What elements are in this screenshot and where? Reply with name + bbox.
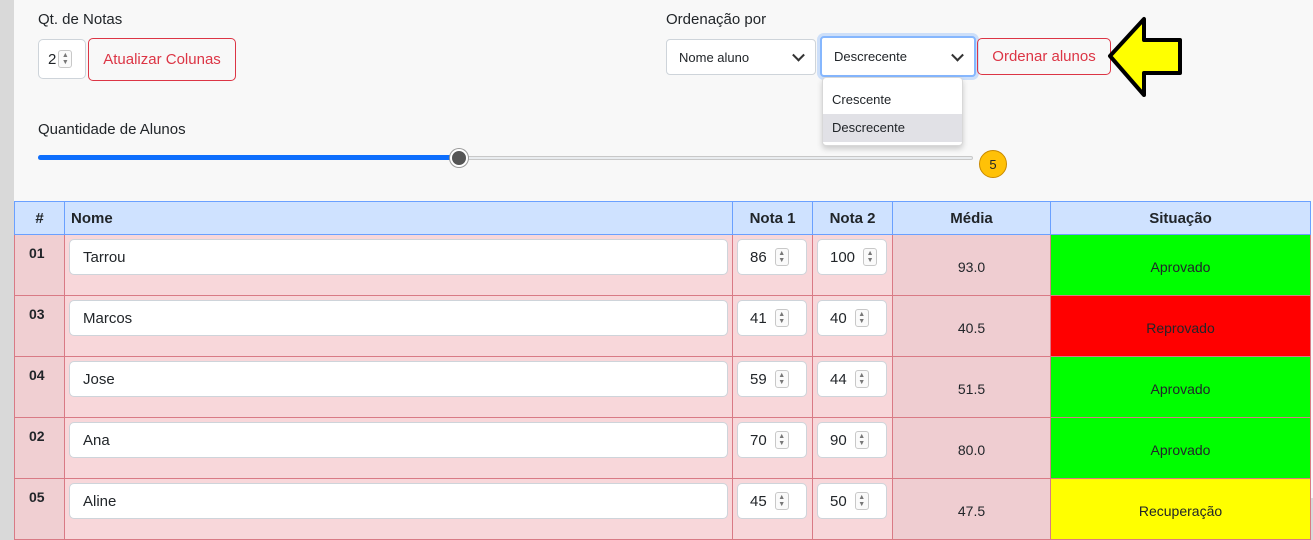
nota-1-input[interactable]: 45 ▲ ▼	[737, 483, 807, 519]
nota-1-cell: 59 ▲ ▼	[732, 356, 813, 418]
name-cell: Tarrou	[64, 234, 733, 296]
nota-2-input[interactable]: 90 ▲ ▼	[817, 422, 887, 458]
name-cell: Ana	[64, 417, 733, 479]
situacao-cell: Reprovado	[1050, 295, 1311, 357]
media-cell: 51.5	[892, 356, 1051, 418]
nota-1-cell: 70 ▲ ▼	[732, 417, 813, 479]
nota-1-cell: 86 ▲ ▼	[732, 234, 813, 296]
header-index: #	[14, 201, 65, 235]
nota-2-cell: 100 ▲ ▼	[812, 234, 893, 296]
nota-2-input[interactable]: 100 ▲ ▼	[817, 239, 887, 275]
spinner-icon[interactable]: ▲ ▼	[854, 370, 869, 388]
qt-notas-input[interactable]: 2 ▲ ▼	[38, 39, 86, 79]
students-count-badge: 5	[979, 150, 1007, 178]
direction-dropdown-menu: Crescente Descrecente	[822, 77, 963, 146]
table-row: 01 Tarrou 86 ▲ ▼ 100 ▲ ▼ 93.0 Aprovado	[14, 234, 1311, 296]
dropdown-option-descrecente[interactable]: Descrecente	[823, 114, 962, 142]
spinner-icon[interactable]: ▲ ▼	[854, 309, 869, 327]
nota-2-cell: 90 ▲ ▼	[812, 417, 893, 479]
nota-2-input[interactable]: 40 ▲ ▼	[817, 300, 887, 336]
nota-2-cell: 44 ▲ ▼	[812, 356, 893, 418]
table-row: 03 Marcos 41 ▲ ▼ 40 ▲ ▼ 40.5 Reprovado	[14, 295, 1311, 357]
spinner-icon[interactable]: ▲ ▼	[774, 492, 789, 510]
row-index: 04	[14, 356, 65, 418]
update-columns-button[interactable]: Atualizar Colunas	[88, 38, 236, 81]
slider-fill	[38, 155, 459, 160]
student-name-input[interactable]: Jose	[69, 361, 728, 397]
table-row: 02 Ana 70 ▲ ▼ 90 ▲ ▼ 80.0 Aprovado	[14, 417, 1311, 479]
header-media: Média	[892, 201, 1051, 235]
order-direction-select[interactable]: Descrecente	[820, 36, 976, 77]
table-header-row: # Nome Nota 1 Nota 2 Média Situação	[14, 201, 1311, 235]
nota-1-input[interactable]: 86 ▲ ▼	[737, 239, 807, 275]
nota-2-cell: 40 ▲ ▼	[812, 295, 893, 357]
nota-1-cell: 45 ▲ ▼	[732, 478, 813, 540]
situacao-cell: Aprovado	[1050, 356, 1311, 418]
students-quantity-label: Quantidade de Alunos	[38, 121, 186, 138]
row-index: 05	[14, 478, 65, 540]
spinner-icon[interactable]: ▲ ▼	[854, 431, 869, 449]
name-cell: Marcos	[64, 295, 733, 357]
media-cell: 47.5	[892, 478, 1051, 540]
table-row: 04 Jose 59 ▲ ▼ 44 ▲ ▼ 51.5 Aprovado	[14, 356, 1311, 418]
spinner-icon[interactable]: ▲ ▼	[863, 248, 878, 266]
student-name-input[interactable]: Aline	[69, 483, 728, 519]
row-index: 02	[14, 417, 65, 479]
header-nota-1: Nota 1	[732, 201, 813, 235]
nota-2-input[interactable]: 44 ▲ ▼	[817, 361, 887, 397]
spinner-icon[interactable]: ▲ ▼	[854, 492, 869, 510]
arrow-left-icon	[1108, 17, 1182, 97]
row-index: 03	[14, 295, 65, 357]
header-nota-2: Nota 2	[812, 201, 893, 235]
spinner-icon[interactable]: ▲ ▼	[774, 431, 789, 449]
header-nome: Nome	[64, 201, 733, 235]
media-cell: 93.0	[892, 234, 1051, 296]
nota-1-cell: 41 ▲ ▼	[732, 295, 813, 357]
student-name-input[interactable]: Ana	[69, 422, 728, 458]
situacao-cell: Aprovado	[1050, 417, 1311, 479]
header-situacao: Situação	[1050, 201, 1311, 235]
sort-students-button[interactable]: Ordenar alunos	[977, 38, 1111, 75]
media-cell: 40.5	[892, 295, 1051, 357]
student-name-input[interactable]: Tarrou	[69, 239, 728, 275]
spinner-icon[interactable]: ▲ ▼	[774, 370, 789, 388]
nota-2-input[interactable]: 50 ▲ ▼	[817, 483, 887, 519]
media-cell: 80.0	[892, 417, 1051, 479]
name-cell: Aline	[64, 478, 733, 540]
dropdown-option-crescente[interactable]: Crescente	[823, 86, 962, 114]
ordering-label: Ordenação por	[666, 11, 767, 28]
chevron-down-icon	[792, 48, 805, 62]
nota-2-cell: 50 ▲ ▼	[812, 478, 893, 540]
situacao-cell: Aprovado	[1050, 234, 1311, 296]
spinner-icon[interactable]: ▲ ▼	[774, 248, 789, 266]
nota-1-input[interactable]: 59 ▲ ▼	[737, 361, 807, 397]
table-row: 05 Aline 45 ▲ ▼ 50 ▲ ▼ 47.5 Recuperação	[14, 478, 1311, 540]
students-table: # Nome Nota 1 Nota 2 Média Situação 01 Ta…	[14, 201, 1311, 540]
order-field-select[interactable]: Nome aluno	[666, 39, 816, 75]
name-cell: Jose	[64, 356, 733, 418]
nota-1-input[interactable]: 41 ▲ ▼	[737, 300, 807, 336]
row-index: 01	[14, 234, 65, 296]
chevron-down-icon	[951, 48, 964, 62]
student-name-input[interactable]: Marcos	[69, 300, 728, 336]
spinner-icon[interactable]: ▲ ▼	[774, 309, 789, 327]
nota-1-input[interactable]: 70 ▲ ▼	[737, 422, 807, 458]
situacao-cell: Recuperação	[1050, 478, 1311, 540]
spinner-icon[interactable]: ▲ ▼	[58, 50, 73, 68]
qt-notas-label: Qt. de Notas	[38, 11, 123, 28]
slider-thumb[interactable]	[449, 149, 468, 167]
